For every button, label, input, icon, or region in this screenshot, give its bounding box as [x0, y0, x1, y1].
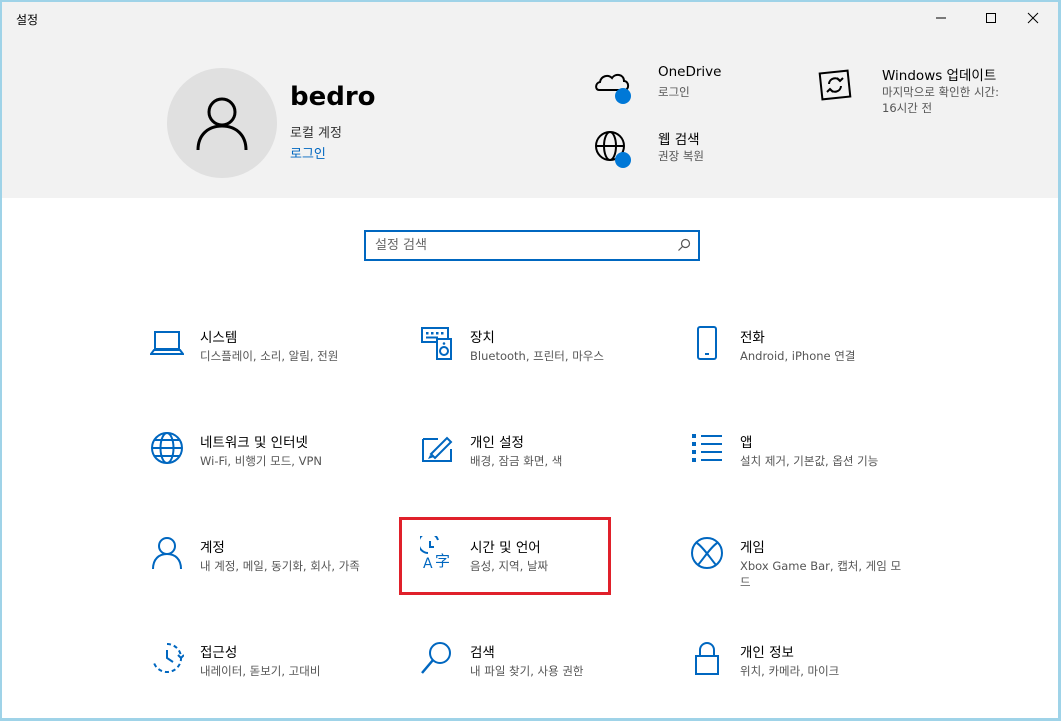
search-icon[interactable] — [677, 238, 691, 252]
onedrive-cloud-icon — [595, 73, 631, 104]
category-subtitle: Wi-Fi, 비행기 모드, VPN — [200, 454, 323, 468]
maximize-icon — [986, 13, 996, 23]
category-title: 앱 — [740, 435, 753, 451]
xbox-icon — [691, 537, 723, 569]
category-subtitle: Bluetooth, 프린터, 마우스 — [470, 349, 604, 363]
category-network[interactable]: 네트워크 및 인터넷 Wi-Fi, 비행기 모드, VPN — [150, 431, 400, 511]
category-title: 계정 — [200, 540, 225, 556]
category-title: 네트워크 및 인터넷 — [200, 435, 308, 451]
highlight-box — [399, 517, 611, 595]
close-button[interactable] — [1010, 2, 1056, 34]
category-title: 접근성 — [200, 645, 238, 661]
search-input[interactable] — [366, 232, 666, 259]
person-icon — [152, 537, 182, 570]
windows-update-icon — [818, 69, 852, 101]
settings-search-box[interactable] — [364, 230, 700, 261]
category-subtitle: 내레이터, 돋보기, 고대비 — [200, 664, 321, 678]
category-phone[interactable]: 전화 Android, iPhone 연결 — [690, 326, 940, 406]
category-devices[interactable]: 장치 Bluetooth, 프린터, 마우스 — [420, 326, 670, 406]
category-subtitle: Xbox Game Bar, 캡처, 게임 모드 — [740, 559, 902, 589]
signin-link[interactable]: 로그인 — [290, 143, 326, 162]
globe-icon — [595, 131, 631, 168]
category-ease-of-access[interactable]: 접근성 내레이터, 돋보기, 고대비 — [150, 641, 400, 718]
ease-of-access-icon — [153, 642, 184, 673]
category-personalization[interactable]: 개인 설정 배경, 잠금 화면, 색 — [420, 431, 670, 511]
web-search-item[interactable]: 웹 검색 권장 복원 — [594, 128, 794, 172]
category-title: 개인 정보 — [740, 645, 794, 661]
laptop-icon — [150, 331, 184, 355]
maximize-button[interactable] — [968, 2, 1014, 34]
lock-icon — [695, 642, 719, 675]
category-title: 검색 — [470, 645, 495, 661]
windows-update-item[interactable]: Windows 업데이트 마지막으로 확인한 시간: 16시간 전 — [818, 64, 1018, 124]
title-bar: 설정 — [2, 2, 1058, 34]
header-item-title: 웹 검색 — [658, 132, 700, 148]
category-title: 시스템 — [200, 330, 238, 346]
account-header: bedro 로컬 계정 로그인 OneDrive 로그인 웹 검색 권장 복원 — [2, 34, 1058, 198]
phone-icon — [697, 326, 717, 360]
keyboard-speaker-icon — [421, 327, 452, 360]
category-title: 전화 — [740, 330, 765, 346]
magnifier-icon — [421, 642, 451, 674]
category-title: 개인 설정 — [470, 435, 524, 451]
minimize-icon — [936, 17, 946, 19]
account-type: 로컬 계정 — [290, 126, 342, 141]
settings-window: 설정 bedro 로컬 계정 로그인 OneDrive 로그인 웹 검색 권장 … — [2, 2, 1058, 718]
avatar[interactable] — [167, 68, 277, 178]
person-icon — [196, 97, 248, 151]
category-accounts[interactable]: 계정 내 계정, 메일, 동기화, 회사, 가족 — [150, 536, 400, 616]
category-subtitle: 설치 제거, 기본값, 옵션 기능 — [740, 454, 879, 468]
category-privacy[interactable]: 개인 정보 위치, 카메라, 마이크 — [690, 641, 940, 718]
minimize-button[interactable] — [918, 2, 964, 34]
user-name: bedro — [290, 82, 376, 112]
header-item-subtitle: 권장 복원 — [658, 149, 704, 163]
category-subtitle: 디스플레이, 소리, 알림, 전원 — [200, 349, 339, 363]
header-item-subtitle: 마지막으로 확인한 시간: 16시간 전 — [882, 85, 999, 115]
category-subtitle: 배경, 잠금 화면, 색 — [470, 454, 563, 468]
close-icon — [1027, 12, 1039, 24]
category-gaming[interactable]: 게임 Xbox Game Bar, 캡처, 게임 모드 — [690, 536, 940, 616]
category-apps[interactable]: 앱 설치 제거, 기본값, 옵션 기능 — [690, 431, 940, 511]
category-subtitle: 내 파일 찾기, 사용 권한 — [470, 664, 584, 678]
category-subtitle: Android, iPhone 연결 — [740, 349, 856, 363]
onedrive-item[interactable]: OneDrive 로그인 — [594, 64, 794, 108]
category-system[interactable]: 시스템 디스플레이, 소리, 알림, 전원 — [150, 326, 400, 406]
header-item-subtitle: 로그인 — [658, 85, 690, 99]
header-item-title: OneDrive — [658, 64, 722, 80]
category-title: 게임 — [740, 540, 765, 556]
category-subtitle: 위치, 카메라, 마이크 — [740, 664, 840, 678]
header-item-title: Windows 업데이트 — [882, 68, 997, 84]
globe-icon — [151, 432, 183, 464]
window-title: 설정 — [16, 13, 39, 27]
category-title: 장치 — [470, 330, 495, 346]
category-subtitle: 내 계정, 메일, 동기화, 회사, 가족 — [200, 559, 360, 573]
apps-list-icon — [692, 434, 722, 462]
paintbrush-icon — [422, 436, 453, 462]
category-search[interactable]: 검색 내 파일 찾기, 사용 권한 — [420, 641, 670, 718]
